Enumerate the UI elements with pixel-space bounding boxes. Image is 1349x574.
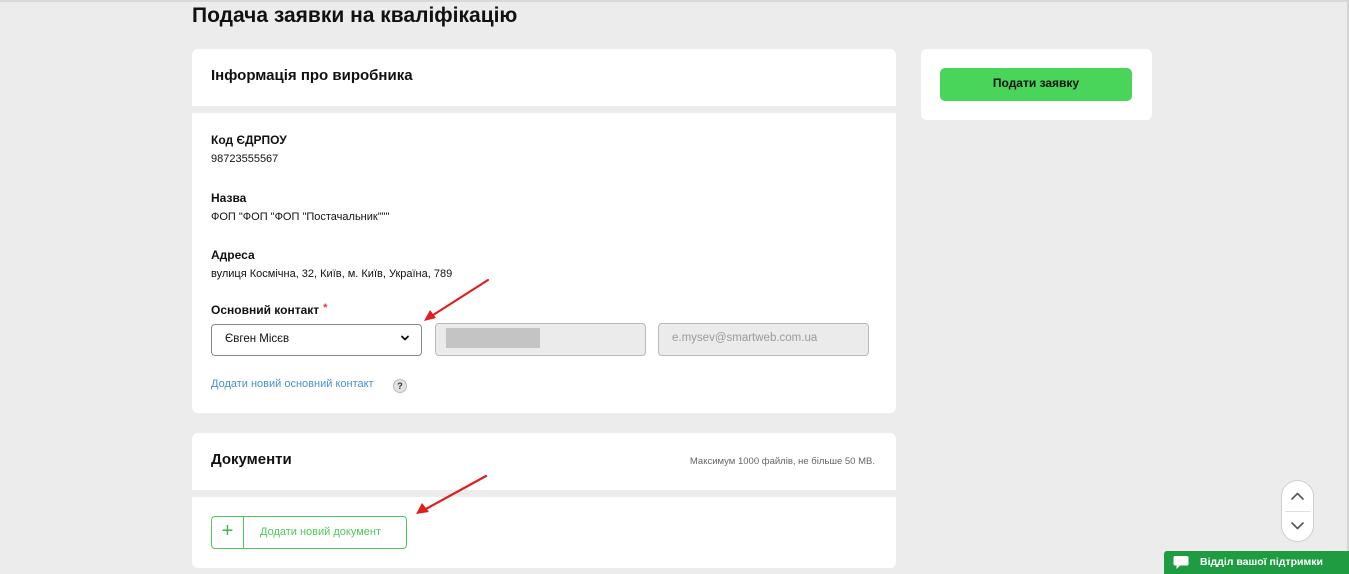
required-mark: * <box>323 302 328 314</box>
address-label: Адреса <box>211 248 255 262</box>
documents-section-title: Документи <box>211 451 292 468</box>
name-value: ФОП "ФОП "ФОП "Постачальник""" <box>211 211 390 223</box>
address-value: вулиця Космічна, 32, Київ, м. Київ, Укра… <box>211 268 453 280</box>
card-header-divider <box>192 106 896 113</box>
manufacturer-card <box>192 49 896 413</box>
annotation-arrow-contact <box>424 278 490 321</box>
contact-select-value: Євген Місєв <box>225 333 290 345</box>
redacted-phone <box>446 328 540 348</box>
question-icon[interactable]: ? <box>393 379 407 393</box>
annotation-arrow-document <box>416 474 488 514</box>
edrpou-label: Код ЄДРПОУ <box>211 133 287 147</box>
name-label: Назва <box>211 191 247 205</box>
plus-icon: + <box>212 517 244 548</box>
contact-label-text: Основний контакт <box>211 303 320 317</box>
page-title: Подача заявки на кваліфікацію <box>192 4 518 27</box>
contact-email-field[interactable]: e.mysev@smartweb.com.ua <box>658 323 869 356</box>
edrpou-value: 98723555567 <box>211 153 279 165</box>
chevron-down-icon[interactable] <box>1282 511 1313 541</box>
scroll-controls <box>1281 480 1314 542</box>
contact-label: Основний контакт * <box>211 302 327 317</box>
add-document-button[interactable]: + Додати новий документ <box>211 516 407 549</box>
contact-select[interactable]: Євген Місєв <box>211 324 422 356</box>
top-divider <box>0 0 1349 2</box>
add-document-label: Додати новий документ <box>260 526 382 538</box>
manufacturer-section-title: Інформація про виробника <box>211 67 413 84</box>
contact-email-value: e.mysev@smartweb.com.ua <box>672 332 818 344</box>
support-widget[interactable]: Відділ вашої підтримки <box>1164 551 1349 574</box>
documents-limit-note: Максимум 1000 файлів, не більше 50 MB. <box>689 456 875 467</box>
card-header-divider <box>192 490 896 497</box>
chevron-up-icon[interactable] <box>1282 481 1313 511</box>
chevron-down-icon <box>400 332 410 347</box>
submit-application-button[interactable]: Подати заявку <box>940 68 1132 101</box>
chat-bubble-icon <box>1173 555 1189 574</box>
support-label: Відділ вашої підтримки <box>1200 556 1323 568</box>
add-contact-link[interactable]: Додати новий основний контакт <box>211 378 374 390</box>
contact-phone-field[interactable] <box>435 323 646 356</box>
